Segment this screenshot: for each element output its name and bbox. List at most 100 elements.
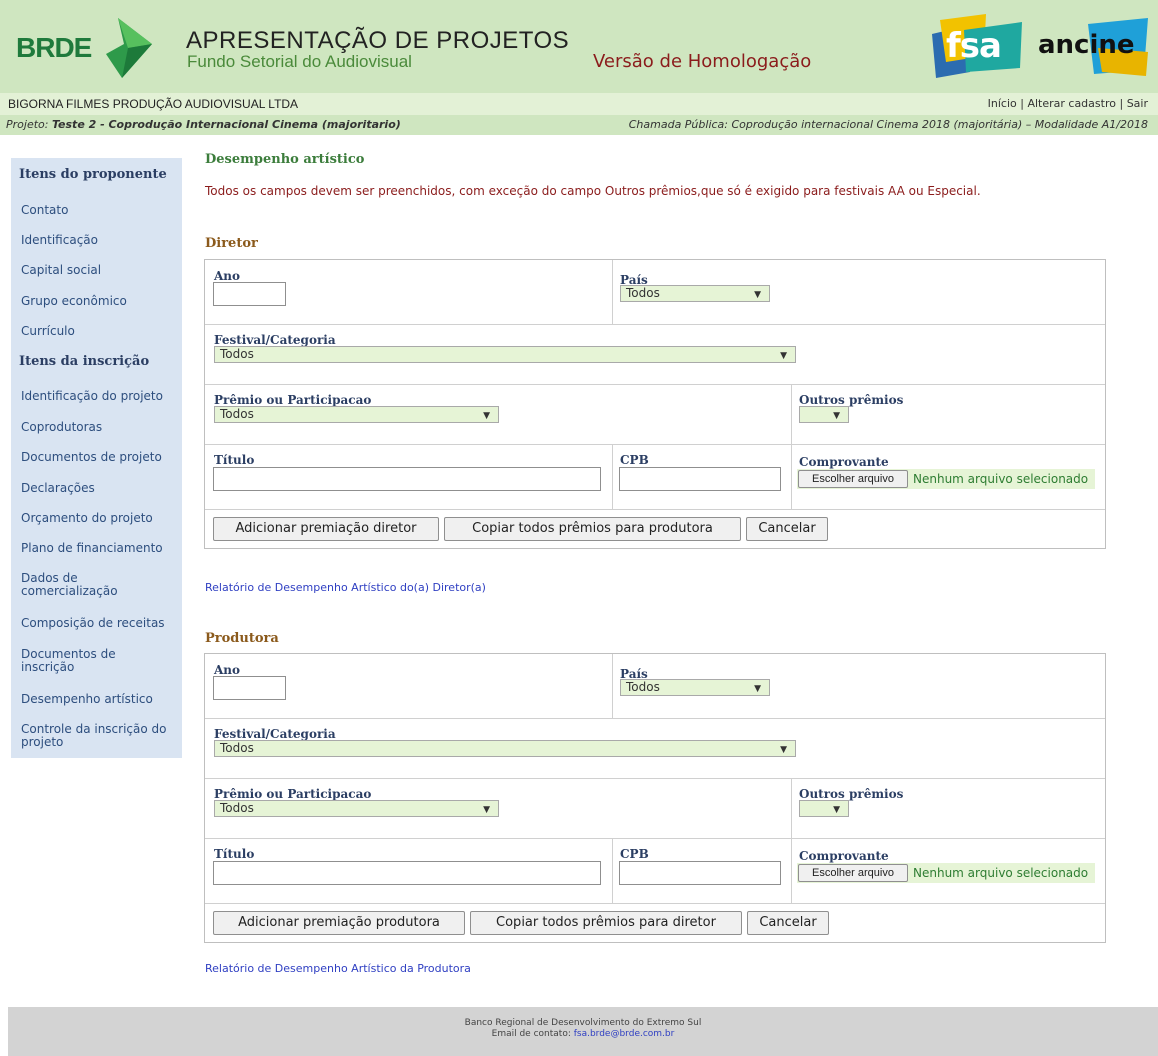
link-alterar-cadastro[interactable]: Alterar cadastro — [1027, 97, 1116, 110]
chevron-down-icon: ▼ — [833, 805, 840, 815]
sidebar-item-composicao-receitas[interactable]: Composição de receitas — [21, 617, 179, 630]
cpb-label: CPB — [620, 847, 649, 861]
divider — [205, 509, 1105, 510]
diretor-form: Ano País Todos ▼ Festival/Categoria Todos… — [204, 259, 1106, 549]
add-award-producer-button[interactable]: Adicionar premiação produtora — [213, 911, 465, 935]
sidebar-item-coprodutoras[interactable]: Coprodutoras — [21, 421, 179, 434]
outros-premios-label: Outros prêmios — [799, 393, 904, 407]
sidebar-item-dados-comercializacao[interactable]: Dados de comercialização — [21, 572, 131, 598]
sidebar-item-capital-social[interactable]: Capital social — [21, 264, 179, 277]
footer-email-link[interactable]: fsa.brde@brde.com.br — [574, 1029, 675, 1039]
chevron-down-icon: ▼ — [780, 351, 787, 361]
brde-logo-text: BRDE — [16, 32, 92, 63]
pais-selected: Todos — [626, 680, 660, 694]
divider — [205, 838, 1105, 839]
sidebar-item-identificacao[interactable]: Identificação — [21, 234, 179, 247]
sidebar-item-desempenho-artistico[interactable]: Desempenho artístico — [21, 693, 179, 706]
call-info: Chamada Pública: Coprodução internaciona… — [628, 118, 1148, 131]
project-info: Projeto: Teste 2 - Coprodução Internacio… — [6, 118, 401, 131]
pais-selected: Todos — [626, 286, 660, 300]
ano-input[interactable] — [213, 676, 286, 700]
producer-report-link[interactable]: Relatório de Desempenho Artístico da Pro… — [205, 962, 471, 975]
cancel-button[interactable]: Cancelar — [747, 911, 829, 935]
cancel-button[interactable]: Cancelar — [746, 517, 828, 541]
titulo-input[interactable] — [213, 467, 601, 491]
sidebar: Itens do proponente Contato Identificaçã… — [11, 158, 182, 758]
brde-logo: BRDE — [12, 14, 157, 80]
pais-select[interactable]: Todos ▼ — [620, 679, 770, 696]
ano-input[interactable] — [213, 282, 286, 306]
fsa-logo: fsa — [926, 12, 1026, 82]
titulo-label: Título — [214, 847, 255, 861]
festival-select[interactable]: Todos ▼ — [214, 740, 796, 757]
cpb-input[interactable] — [619, 467, 781, 491]
divider — [791, 384, 792, 509]
premio-label: Prêmio ou Participacao — [214, 393, 372, 407]
sidebar-heading-inscricao: Itens da inscrição — [19, 354, 150, 369]
link-sair[interactable]: Sair — [1127, 97, 1148, 110]
project-name: Teste 2 - Coprodução Internacional Cinem… — [51, 118, 401, 131]
festival-select[interactable]: Todos ▼ — [214, 346, 796, 363]
sidebar-item-plano-financiamento[interactable]: Plano de financiamento — [21, 542, 179, 555]
sidebar-item-declaracoes[interactable]: Declarações — [21, 482, 179, 495]
premio-select[interactable]: Todos ▼ — [214, 406, 499, 423]
footer-bank-name: Banco Regional de Desenvolvimento do Ext… — [464, 1018, 702, 1028]
outros-premios-label: Outros prêmios — [799, 787, 904, 801]
divider — [205, 718, 1105, 719]
sidebar-item-curriculo[interactable]: Currículo — [21, 325, 179, 338]
sidebar-item-documentos-inscricao[interactable]: Documentos de inscrição — [21, 648, 131, 674]
divider — [205, 384, 1105, 385]
fsa-logo-text: fsa — [946, 26, 1002, 66]
premio-label: Prêmio ou Participacao — [214, 787, 372, 801]
divider — [612, 654, 613, 718]
divider — [205, 778, 1105, 779]
produtora-heading: Produtora — [205, 631, 279, 646]
company-bar: BIGORNA FILMES PRODUÇÃO AUDIOVISUAL LTDA… — [0, 93, 1158, 115]
diretor-heading: Diretor — [205, 236, 258, 251]
premio-select[interactable]: Todos ▼ — [214, 800, 499, 817]
chevron-down-icon: ▼ — [754, 290, 761, 300]
chevron-down-icon: ▼ — [483, 805, 490, 815]
version-label: Versão de Homologação — [593, 51, 812, 72]
divider — [612, 838, 613, 903]
footer: Banco Regional de Desenvolvimento do Ext… — [8, 1007, 1158, 1056]
outros-premios-select[interactable]: ▼ — [799, 406, 849, 423]
ancine-logo-text: ancine — [1038, 30, 1135, 60]
app-title: APRESENTAÇÃO DE PROJETOS — [186, 27, 570, 54]
divider — [612, 260, 613, 324]
choose-file-button[interactable]: Escolher arquivo — [798, 470, 908, 488]
festival-label: Festival/Categoria — [214, 333, 336, 347]
company-name: BIGORNA FILMES PRODUÇÃO AUDIOVISUAL LTDA — [8, 97, 299, 111]
project-bar: Projeto: Teste 2 - Coprodução Internacio… — [0, 115, 1158, 135]
brde-diamond-icon — [106, 18, 152, 78]
festival-selected: Todos — [220, 741, 254, 755]
pais-select[interactable]: Todos ▼ — [620, 285, 770, 302]
titulo-label: Título — [214, 453, 255, 467]
premio-selected: Todos — [220, 801, 254, 815]
link-inicio[interactable]: Início — [988, 97, 1017, 110]
director-report-link[interactable]: Relatório de Desempenho Artístico do(a) … — [205, 581, 486, 594]
titulo-input[interactable] — [213, 861, 601, 885]
festival-label: Festival/Categoria — [214, 727, 336, 741]
choose-file-button[interactable]: Escolher arquivo — [798, 864, 908, 882]
sidebar-item-contato[interactable]: Contato — [21, 204, 179, 217]
cpb-label: CPB — [620, 453, 649, 467]
project-label: Projeto: — [6, 118, 49, 131]
cpb-input[interactable] — [619, 861, 781, 885]
outros-premios-select[interactable]: ▼ — [799, 800, 849, 817]
sidebar-item-documentos-projeto[interactable]: Documentos de projeto — [21, 451, 179, 464]
sidebar-item-controle-inscricao[interactable]: Controle da inscrição do projeto — [21, 723, 179, 749]
add-award-director-button[interactable]: Adicionar premiação diretor — [213, 517, 439, 541]
comprovante-file: Escolher arquivo Nenhum arquivo selecion… — [797, 469, 1095, 489]
comprovante-label: Comprovante — [799, 455, 889, 469]
file-status: Nenhum arquivo selecionado — [913, 866, 1089, 880]
sidebar-heading-proponente: Itens do proponente — [19, 167, 167, 182]
header: BRDE APRESENTAÇÃO DE PROJETOS Fundo Seto… — [0, 0, 1158, 93]
sidebar-item-orcamento[interactable]: Orçamento do projeto — [21, 512, 179, 525]
copy-awards-to-producer-button[interactable]: Copiar todos prêmios para produtora — [444, 517, 741, 541]
ancine-logo: ancine — [1028, 18, 1150, 76]
copy-awards-to-director-button[interactable]: Copiar todos prêmios para diretor — [470, 911, 742, 935]
sidebar-item-identificacao-projeto[interactable]: Identificação do projeto — [21, 390, 179, 403]
sidebar-item-grupo-economico[interactable]: Grupo econômico — [21, 295, 179, 308]
link-separator: | — [1020, 97, 1024, 110]
